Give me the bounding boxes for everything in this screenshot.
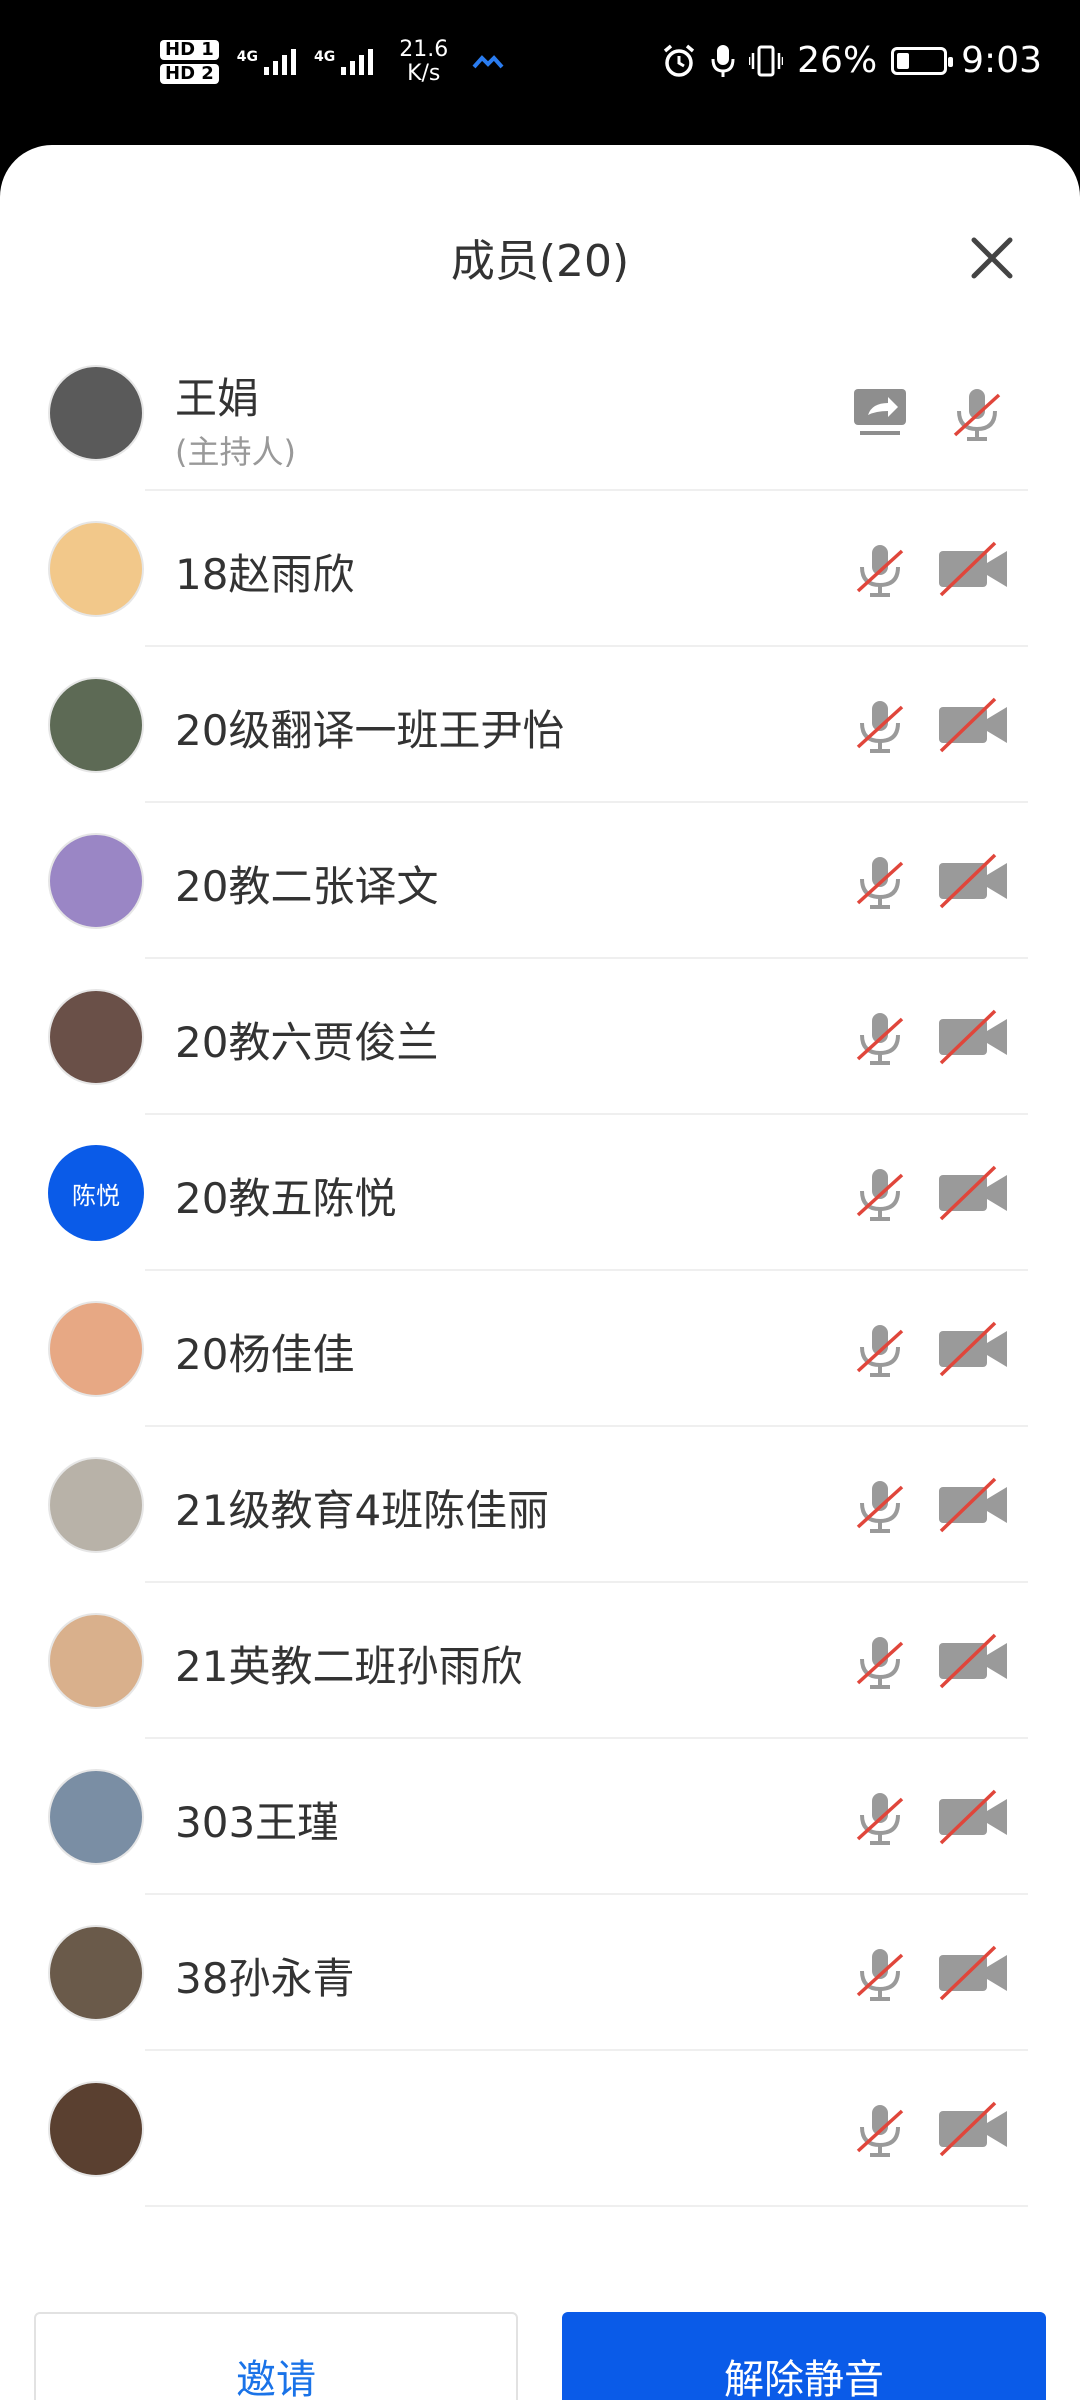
row-divider bbox=[145, 2205, 1028, 2207]
camera-off-icon[interactable] bbox=[935, 1473, 1011, 1537]
mic-status-icon bbox=[711, 44, 735, 77]
net1-label: 4G bbox=[236, 49, 259, 65]
invite-button[interactable]: 邀请 bbox=[34, 2312, 518, 2400]
member-name: 王娟 bbox=[175, 374, 260, 423]
screen-share-icon[interactable] bbox=[850, 383, 910, 443]
member-name: 38孙永青 bbox=[175, 1954, 355, 2003]
mic-muted-icon[interactable] bbox=[848, 849, 912, 913]
mic-muted-icon[interactable] bbox=[848, 1317, 912, 1381]
battery-percent: 26% bbox=[797, 40, 878, 81]
signal-1-icon: 4G bbox=[236, 49, 297, 75]
member-name: 21级教育4班陈佳丽 bbox=[175, 1486, 550, 1535]
unmute-button[interactable]: 解除静音 bbox=[562, 2312, 1046, 2400]
member-row[interactable]: 18赵雨欣 bbox=[0, 491, 1080, 647]
mic-muted-icon[interactable] bbox=[848, 1473, 912, 1537]
camera-off-icon[interactable] bbox=[935, 1005, 1011, 1069]
member-name: 20杨佳佳 bbox=[175, 1330, 355, 1379]
avatar bbox=[48, 833, 144, 929]
host-role-label: (主持人) bbox=[175, 433, 296, 471]
mic-muted-icon[interactable] bbox=[848, 537, 912, 601]
member-row[interactable]: 20教二张译文 bbox=[0, 803, 1080, 959]
avatar bbox=[48, 1301, 144, 1397]
avatar bbox=[48, 989, 144, 1085]
avatar: 陈悦 bbox=[48, 1145, 144, 1241]
avatar bbox=[48, 1925, 144, 2021]
camera-off-icon[interactable] bbox=[935, 1941, 1011, 2005]
battery-icon bbox=[891, 46, 954, 75]
mic-muted-icon[interactable] bbox=[945, 381, 1009, 445]
member-row[interactable]: 21级教育4班陈佳丽 bbox=[0, 1427, 1080, 1583]
member-name: 18赵雨欣 bbox=[175, 550, 355, 599]
status-bar: HD 1 HD 2 4G 4G 21.6 K/s 26% 9:03 bbox=[0, 0, 1080, 145]
signal-2-icon: 4G bbox=[314, 49, 374, 75]
status-right: 26% 9:03 bbox=[661, 40, 1042, 81]
camera-off-icon[interactable] bbox=[935, 537, 1011, 601]
member-name: 20级翻译一班王尹怡 bbox=[175, 706, 565, 755]
member-row[interactable]: 20杨佳佳 bbox=[0, 1271, 1080, 1427]
member-row[interactable]: 王娟 (主持人) bbox=[0, 335, 1080, 491]
avatar bbox=[48, 1613, 144, 1709]
camera-off-icon[interactable] bbox=[935, 2097, 1011, 2161]
hd-indicators: HD 1 HD 2 bbox=[160, 40, 219, 84]
mic-muted-icon[interactable] bbox=[848, 1161, 912, 1225]
speed-value: 21.6 bbox=[399, 37, 449, 62]
members-sheet: 成员(20) 王娟 (主持人) 18赵雨欣 20级翻译一班王尹怡 20教二张译文 20教六… bbox=[0, 145, 1080, 2400]
avatar bbox=[48, 677, 144, 773]
camera-off-icon[interactable] bbox=[935, 1785, 1011, 1849]
camera-off-icon[interactable] bbox=[935, 693, 1011, 757]
member-name: 20教五陈悦 bbox=[175, 1174, 397, 1223]
speed-unit: K/s bbox=[407, 61, 441, 86]
member-row[interactable]: 20级翻译一班王尹怡 bbox=[0, 647, 1080, 803]
avatar bbox=[48, 1769, 144, 1865]
camera-off-icon[interactable] bbox=[935, 1317, 1011, 1381]
net2-label: 4G bbox=[314, 49, 336, 65]
vibrate-icon bbox=[749, 45, 784, 76]
mic-muted-icon[interactable] bbox=[848, 1005, 912, 1069]
mic-muted-icon[interactable] bbox=[848, 1785, 912, 1849]
member-row[interactable] bbox=[0, 2051, 1080, 2207]
member-name: 21英教二班孙雨欣 bbox=[175, 1642, 523, 1691]
member-row[interactable]: 20教六贾俊兰 bbox=[0, 959, 1080, 1115]
member-row[interactable]: 21英教二班孙雨欣 bbox=[0, 1583, 1080, 1739]
member-name: 303王瑾 bbox=[175, 1798, 340, 1847]
hd2-badge: HD 2 bbox=[160, 64, 219, 84]
bottom-actions: 邀请 解除静音 bbox=[0, 2265, 1080, 2400]
alarm-icon bbox=[664, 44, 695, 77]
mic-muted-icon[interactable] bbox=[848, 1629, 912, 1693]
close-icon[interactable] bbox=[964, 230, 1020, 286]
camera-off-icon[interactable] bbox=[935, 1161, 1011, 1225]
page-title: 成员(20) bbox=[450, 236, 630, 287]
member-name: 20教六贾俊兰 bbox=[175, 1018, 439, 1067]
member-row[interactable]: 38孙永青 bbox=[0, 1895, 1080, 2051]
avatar bbox=[48, 365, 144, 461]
camera-off-icon[interactable] bbox=[935, 849, 1011, 913]
mic-muted-icon[interactable] bbox=[848, 693, 912, 757]
mic-muted-icon[interactable] bbox=[848, 2097, 912, 2161]
clock: 9:03 bbox=[961, 40, 1042, 81]
camera-off-icon[interactable] bbox=[935, 1629, 1011, 1693]
mic-muted-icon[interactable] bbox=[848, 1941, 912, 2005]
avatar bbox=[48, 2081, 144, 2177]
member-list[interactable]: 王娟 (主持人) 18赵雨欣 20级翻译一班王尹怡 20教二张译文 20教六贾俊兰陈悦 20… bbox=[0, 335, 1080, 2260]
hd1-badge: HD 1 bbox=[160, 40, 219, 60]
member-name: 20教二张译文 bbox=[175, 862, 439, 911]
avatar bbox=[48, 1457, 144, 1553]
member-row[interactable]: 303王瑾 bbox=[0, 1739, 1080, 1895]
sync-icon bbox=[472, 55, 504, 69]
network-speed: 21.6 K/s bbox=[399, 38, 448, 86]
status-left: HD 1 HD 2 4G 4G 21.6 K/s bbox=[160, 38, 504, 86]
avatar bbox=[48, 521, 144, 617]
member-row[interactable]: 陈悦 20教五陈悦 bbox=[0, 1115, 1080, 1271]
